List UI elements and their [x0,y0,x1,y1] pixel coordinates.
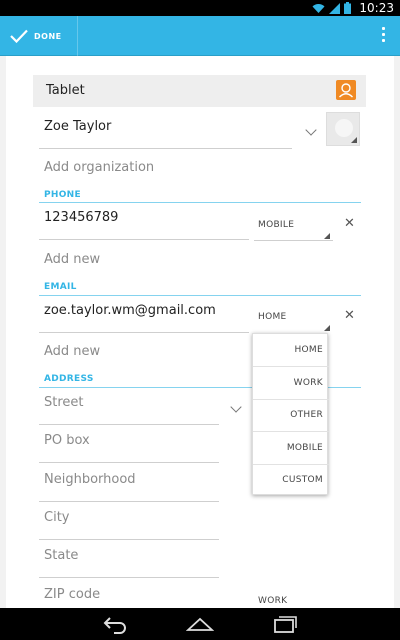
city-field[interactable]: City [44,510,69,525]
name-field[interactable]: Zoe Taylor [44,119,111,134]
remove-email-icon[interactable]: ✕ [344,308,355,323]
phone-underline [39,239,249,240]
account-contact-icon [336,80,356,100]
dropdown-item-work[interactable]: WORK [253,367,329,400]
contact-photo[interactable] [326,112,360,146]
phone-section-divider [39,202,361,203]
status-bar: 10:23 [0,0,400,16]
dropdown-item-home[interactable]: HOME [253,334,329,367]
email-section-divider [39,295,361,296]
phone-type-spinner[interactable]: MOBILE [258,220,294,230]
state-field[interactable]: State [44,548,78,563]
wifi-icon [312,3,325,13]
checkmark-icon [10,29,28,43]
action-bar: DONE [0,16,400,56]
email-type-corner-icon [324,325,330,331]
state-underline [39,577,219,578]
signal-icon [329,2,341,14]
dropdown-item-custom[interactable]: CUSTOM [253,464,329,497]
remove-phone-icon[interactable]: ✕ [344,216,355,231]
photo-placeholder-icon [335,119,353,137]
add-phone-link[interactable]: Add new [44,252,100,267]
account-label: Tablet [46,83,85,98]
battery-icon [344,2,352,14]
dropdown-item-mobile[interactable]: MOBILE [253,432,329,465]
phone-field[interactable]: 123456789 [44,210,118,225]
email-field[interactable]: zoe.taylor.wm@gmail.com [44,303,216,318]
address-section-label: ADDRESS [44,374,94,384]
email-type-spinner[interactable]: HOME [258,312,287,322]
street-underline [39,424,219,425]
done-button[interactable]: DONE [0,16,78,56]
email-section-label: EMAIL [44,282,77,292]
back-icon[interactable] [102,614,128,634]
phone-section-label: PHONE [44,190,81,200]
type-dropdown-menu: HOME WORK OTHER MOBILE CUSTOM [252,333,329,497]
account-header: Tablet [33,75,366,107]
done-label: DONE [34,31,62,41]
status-time: 10:23 [359,1,394,15]
name-underline [39,148,292,149]
photo-corner-icon [351,137,357,143]
overflow-menu-icon[interactable] [380,27,386,45]
add-organization-link[interactable]: Add organization [44,160,154,175]
add-email-link[interactable]: Add new [44,344,100,359]
navigation-bar [0,608,400,640]
street-field[interactable]: Street [44,395,84,410]
phone-type-underline [254,240,333,241]
phone-type-corner-icon [324,233,330,239]
po-box-underline [39,462,219,463]
city-underline [39,539,219,540]
address-type-spinner[interactable]: WORK [258,596,287,606]
neighborhood-underline [39,501,219,502]
neighborhood-field[interactable]: Neighborhood [44,472,136,487]
zip-code-field[interactable]: ZIP code [44,587,100,602]
dropdown-item-other[interactable]: OTHER [253,399,329,432]
recent-apps-icon[interactable] [272,614,298,634]
po-box-field[interactable]: PO box [44,433,90,448]
status-icons: 10:23 [312,1,394,15]
home-icon[interactable] [186,614,214,634]
email-underline [39,332,249,333]
